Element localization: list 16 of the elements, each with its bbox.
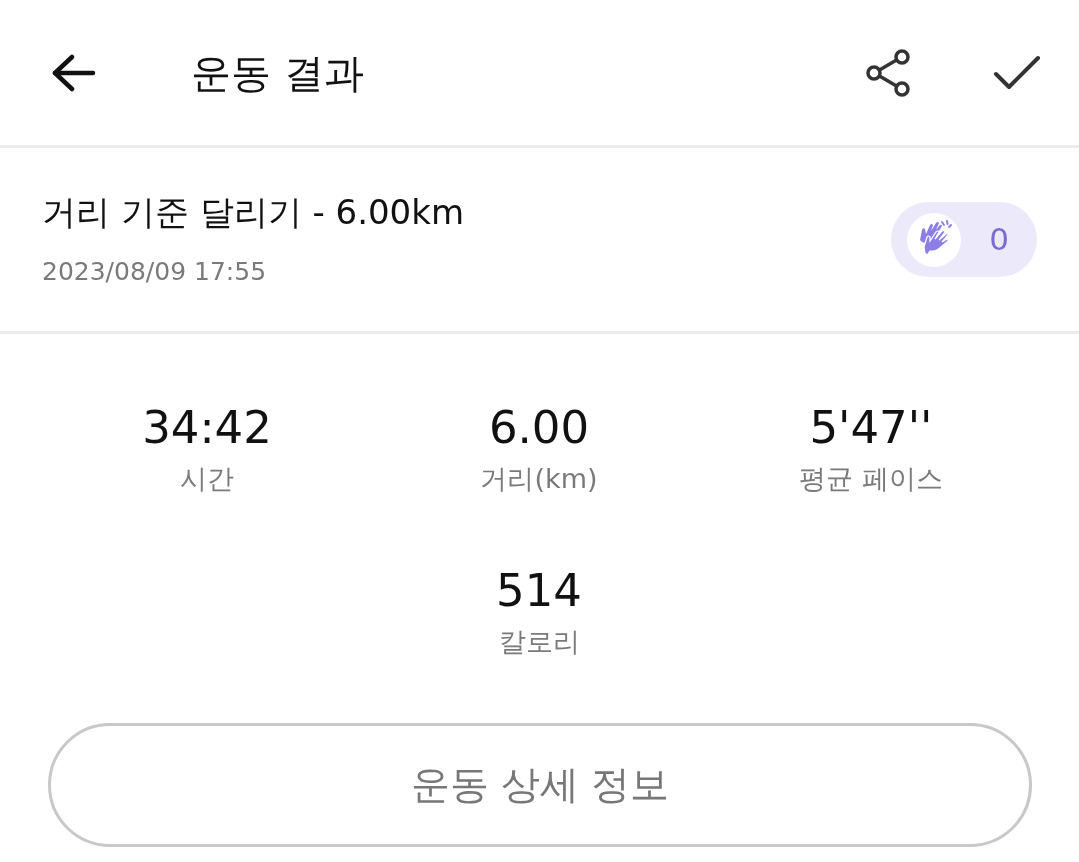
clapping-hands-icon[interactable] <box>907 212 962 267</box>
stat-label: 평균 페이스 <box>798 462 944 496</box>
workout-date: 2023/08/09 17:55 <box>42 256 268 287</box>
workout-details-button[interactable]: 운동 상세 정보 <box>48 723 1032 848</box>
stat-value: 5'47'' <box>808 402 934 454</box>
screen-title: 운동 결과 <box>191 48 365 97</box>
stat-value: 34:42 <box>141 402 273 454</box>
stat-label: 칼로리 <box>497 625 581 659</box>
clap-button[interactable]: 0 <box>891 202 1037 277</box>
stat-label: 거리(km) <box>479 462 599 496</box>
workout-title: 거리 기준 달리기 - 6.00km <box>42 192 464 233</box>
checkmark-icon[interactable] <box>993 54 1041 91</box>
stat-value: 514 <box>495 565 583 617</box>
stat-value: 6.00 <box>487 402 591 454</box>
share-icon[interactable] <box>865 48 913 97</box>
stat-label: 시간 <box>179 462 235 496</box>
